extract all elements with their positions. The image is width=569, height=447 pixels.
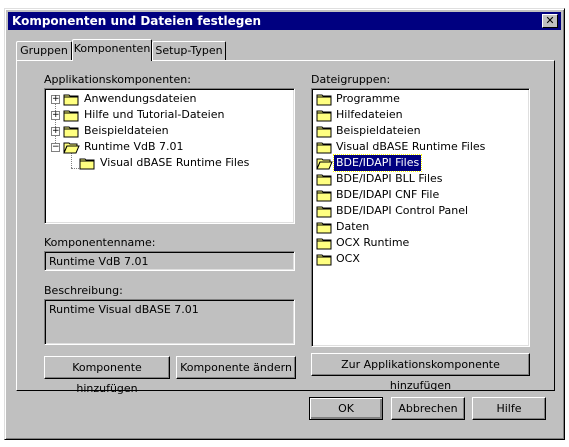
tree-item[interactable]: − Runtime VdB 7.01 [45,139,290,155]
component-tree[interactable]: + Anwendungsdateien + Hilfe und Tutorial-Da… [44,88,295,224]
add-to-component-button[interactable]: Zur Applikationskomponente hinzufügen [311,353,530,392]
add-to-component-label: Zur Applikationskomponente hinzufügen [341,358,500,392]
folder-icon [316,205,333,218]
applikationskomponenten-label: Applikationskomponenten: [44,73,191,86]
folder-icon [316,173,333,186]
tab-panel: Applikationskomponenten: + Anwendungsdate… [16,60,555,395]
cancel-button[interactable]: Abbrechen [391,397,465,420]
folder-icon [316,189,333,202]
window-title: Komponenten und Dateien festlegen [12,14,262,28]
expand-icon[interactable]: + [51,111,60,120]
tab-setup-typen[interactable]: Setup-Typen [152,41,226,61]
add-component-button[interactable]: Komponente hinzufügen [44,356,170,395]
tree-item[interactable]: + Beispieldateien [45,123,290,139]
folder-open-icon [316,157,333,170]
file-group-item[interactable]: Visual dBASE Runtime Files [312,139,527,155]
file-group-label: Programme [336,92,400,105]
folder-icon [316,253,333,266]
file-group-label: BDE/IDAPI Files [332,154,423,172]
add-component-label: Komponente hinzufügen [72,361,142,395]
file-group-item[interactable]: Daten [312,219,527,235]
tab-gruppen-label: Gruppen [20,44,68,57]
tree-item-label: Visual dBASE Runtime Files [100,156,250,169]
folder-open-icon [63,141,80,154]
description-value: Runtime Visual dBASE 7.01 [49,303,199,316]
change-component-label: Komponente ändern [180,361,292,374]
help-label: Hilfe [496,402,522,415]
component-name-value: Runtime VdB 7.01 [49,255,149,268]
file-group-item[interactable]: BDE/IDAPI Files [312,154,527,172]
beschreibung-label: Beschreibung: [44,284,123,297]
component-name-field[interactable]: Runtime VdB 7.01 [44,251,295,271]
folder-icon [316,221,333,234]
file-group-item[interactable]: Beispieldateien [312,123,527,139]
tree-item[interactable]: + Anwendungsdateien [45,91,290,107]
folder-icon [63,109,80,122]
file-group-label: Beispieldateien [336,124,421,137]
file-group-item[interactable]: OCX Runtime [312,235,527,251]
file-group-label: Visual dBASE Runtime Files [336,140,486,153]
folder-icon [316,125,333,138]
file-group-item[interactable]: BDE/IDAPI BLL Files [312,171,527,187]
file-group-label: BDE/IDAPI BLL Files [336,172,443,185]
tab-komponenten-label: Komponenten [73,42,151,55]
tree-item[interactable]: Visual dBASE Runtime Files [45,155,290,171]
tab-komponenten[interactable]: Komponenten [72,39,152,61]
dateigruppen-label: Dateigruppen: [311,73,391,86]
dialog-window: Komponenten und Dateien festlegen ✕ Grup… [4,8,565,440]
tree-item-label: Anwendungsdateien [84,92,197,105]
folder-icon [316,109,333,122]
folder-icon [316,237,333,250]
file-group-label: BDE/IDAPI CNF File [336,188,440,201]
komponentenname-label: Komponentenname: [44,236,156,249]
close-button[interactable]: ✕ [542,14,558,28]
tree-item-label: Runtime VdB 7.01 [84,140,184,153]
folder-icon [316,141,333,154]
file-group-label: Daten [336,220,370,233]
change-component-button[interactable]: Komponente ändern [176,356,296,379]
file-group-label: BDE/IDAPI Control Panel [336,204,469,217]
folder-icon [63,125,80,138]
tree-item[interactable]: + Hilfe und Tutorial-Dateien [45,107,290,123]
folder-icon [316,93,333,106]
file-group-item[interactable]: Hilfedateien [312,107,527,123]
expand-icon[interactable]: + [51,95,60,104]
folder-icon [79,157,96,170]
ok-button[interactable]: OK [309,397,383,420]
file-group-item[interactable]: OCX [312,251,527,267]
tab-setup-typen-label: Setup-Typen [155,44,223,57]
title-bar: Komponenten und Dateien festlegen ✕ [8,12,561,30]
help-button[interactable]: Hilfe [472,397,546,420]
file-group-list[interactable]: Programme Hilfedateien Beispieldateien Visu… [311,88,530,347]
folder-icon [63,93,80,106]
file-group-label: Hilfedateien [336,108,403,121]
file-group-label: OCX [336,252,360,265]
close-icon: ✕ [545,14,555,27]
collapse-icon[interactable]: − [51,143,60,152]
ok-label: OK [338,402,354,415]
tab-gruppen[interactable]: Gruppen [16,41,72,61]
tree-item-label: Beispieldateien [84,124,169,137]
file-group-item[interactable]: BDE/IDAPI Control Panel [312,203,527,219]
file-group-label: OCX Runtime [336,236,410,249]
cancel-label: Abbrechen [398,402,458,415]
description-field[interactable]: Runtime Visual dBASE 7.01 [44,299,295,345]
expand-icon[interactable]: + [51,127,60,136]
tree-item-label: Hilfe und Tutorial-Dateien [84,108,225,121]
file-group-item[interactable]: Programme [312,91,527,107]
file-group-item[interactable]: BDE/IDAPI CNF File [312,187,527,203]
